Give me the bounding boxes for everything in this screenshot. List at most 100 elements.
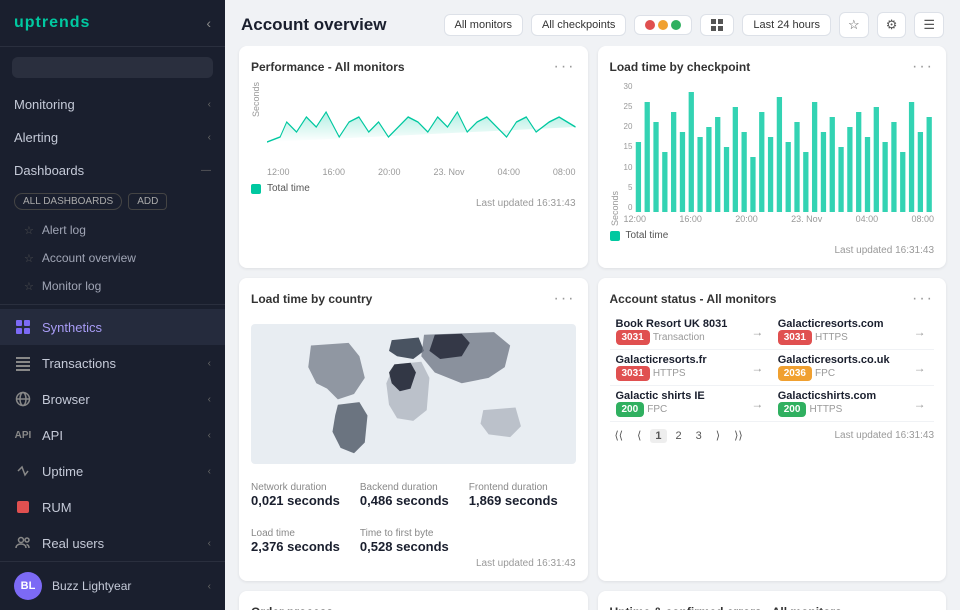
alerting-chevron-icon: ‹: [208, 132, 211, 143]
map-stats: Network duration 0,021 seconds Backend d…: [251, 482, 576, 554]
rum-icon: [14, 498, 32, 516]
checkpoint-y-label: Seconds: [610, 82, 620, 226]
sidebar-header: uptrends ‹: [0, 0, 225, 47]
add-dashboard-button[interactable]: ADD: [128, 193, 167, 210]
order-process-card: Order process ··· Seconds: [239, 591, 588, 610]
logo: uptrends: [14, 14, 90, 32]
sidebar-item-rum[interactable]: RUM: [0, 489, 225, 525]
performance-card-menu[interactable]: ···: [554, 58, 576, 76]
transactions-chevron-icon: ‹: [208, 358, 211, 369]
sidebar-item-transactions[interactable]: Transactions ‹: [0, 345, 225, 381]
performance-chart: [267, 82, 576, 162]
load-time-value: 2,376 seconds: [251, 539, 340, 554]
grid-view-button[interactable]: [700, 14, 734, 36]
backend-duration-stat: Backend duration 0,486 seconds: [360, 482, 449, 508]
checkpoint-card-menu[interactable]: ···: [912, 58, 934, 76]
sidebar-item-monitoring[interactable]: Monitoring ‹: [0, 88, 225, 121]
country-footer: Last updated 16:31:43: [251, 558, 576, 569]
checkpoint-legend: Total time: [610, 230, 935, 241]
api-chevron-icon: ‹: [208, 430, 211, 441]
arrow-icon-target-3: →: [914, 397, 926, 411]
sidebar-item-browser[interactable]: Browser ‹: [0, 381, 225, 417]
monitoring-label: Monitoring: [14, 97, 75, 112]
all-checkpoints-filter[interactable]: All checkpoints: [531, 14, 626, 36]
sidebar-item-real-users[interactable]: Real users ‹: [0, 525, 225, 561]
world-map-area: [251, 314, 576, 474]
arrow-icon-target-2: →: [914, 361, 926, 375]
order-process-menu[interactable]: ···: [554, 603, 576, 610]
all-dashboards-button[interactable]: ALL DASHBOARDS: [14, 193, 122, 210]
monitor-type-2: HTTPS: [653, 368, 686, 379]
next-page-btn[interactable]: ⟩: [711, 428, 725, 443]
sidebar-item-account-overview[interactable]: ☆ Account overview: [0, 244, 225, 272]
checkpoint-card: Load time by checkpoint ··· Seconds 3025…: [598, 46, 947, 268]
first-page-btn[interactable]: ⟨⟨: [610, 428, 629, 443]
dashboard-grid: Performance - All monitors ··· Seconds 1…: [225, 46, 960, 610]
perf-legend-label: Total time: [267, 183, 310, 194]
sidebar-footer[interactable]: BL Buzz Lightyear ‹: [0, 561, 225, 610]
perf-legend-dot: [251, 184, 261, 194]
sidebar-item-monitor-log[interactable]: ☆ Monitor log: [0, 272, 225, 300]
browser-label: Browser: [42, 392, 90, 407]
country-card-menu[interactable]: ···: [554, 290, 576, 308]
network-duration-label: Network duration: [251, 482, 340, 493]
page-1-btn[interactable]: 1: [650, 429, 666, 443]
sidebar-item-api[interactable]: API API ‹: [0, 417, 225, 453]
network-duration-value: 0,021 seconds: [251, 493, 340, 508]
perf-y-label: Seconds: [251, 82, 261, 117]
time-range-filter[interactable]: Last 24 hours: [742, 14, 831, 36]
country-card-title: Load time by country: [251, 292, 372, 306]
table-row: Galactic shirts IE 200 FPC → Galacticshi…: [610, 386, 935, 422]
avatar: BL: [14, 572, 42, 600]
network-duration-stat: Network duration 0,021 seconds: [251, 482, 340, 508]
sidebar-item-alerting[interactable]: Alerting ‹: [0, 121, 225, 154]
status-footer: Last updated 16:31:43: [834, 430, 934, 441]
uptime-errors-menu[interactable]: ···: [912, 603, 934, 610]
monitor-type-1: Transaction: [653, 332, 705, 343]
synthetics-icon: [14, 318, 32, 336]
page-2-btn[interactable]: 2: [671, 429, 687, 443]
real-users-icon: [14, 534, 32, 552]
checkpoint-card-title: Load time by checkpoint: [610, 60, 751, 74]
frontend-duration-label: Frontend duration: [469, 482, 558, 493]
real-users-label: Real users: [42, 536, 104, 551]
perf-x-axis: 12:00 16:00 20:00 23. Nov 04:00 08:00: [267, 165, 576, 179]
target-name-2: Galacticresorts.co.uk: [778, 354, 902, 366]
star-icon: ☆: [24, 224, 34, 237]
frontend-duration-stat: Frontend duration 1,869 seconds: [469, 482, 558, 508]
star-button[interactable]: ☆: [839, 12, 869, 38]
dashboards-label: Dashboards: [14, 163, 84, 178]
world-map-svg: [251, 324, 576, 464]
arrow-icon-target-1: →: [914, 325, 926, 339]
main-content: Account overview All monitors All checkp…: [225, 0, 960, 610]
arrow-icon-1: →: [751, 325, 763, 339]
target-name-3: Galacticshirts.com: [778, 390, 902, 402]
account-overview-label: Account overview: [42, 251, 136, 265]
api-label: API: [42, 428, 63, 443]
monitor-name-1: Book Resort UK 8031: [616, 318, 740, 330]
menu-button[interactable]: ☰: [914, 12, 944, 38]
monitor-type-3: FPC: [647, 404, 667, 415]
page-3-btn[interactable]: 3: [691, 429, 707, 443]
sidebar-item-synthetics[interactable]: Synthetics: [0, 309, 225, 345]
status-table: Book Resort UK 8031 3031 Transaction → G…: [610, 314, 935, 422]
sidebar-item-dashboards[interactable]: Dashboards ―: [0, 154, 225, 187]
uptime-errors-title: Uptime & confirmed errors - All monitors: [610, 605, 842, 610]
prev-page-btn[interactable]: ⟨: [632, 428, 646, 443]
real-users-chevron-icon: ‹: [208, 538, 211, 549]
sidebar-item-uptime[interactable]: Uptime ‹: [0, 453, 225, 489]
settings-button[interactable]: ⚙: [877, 12, 907, 38]
load-time-label: Load time: [251, 528, 340, 539]
color-filter-dots[interactable]: [634, 15, 692, 35]
monitor-name-3: Galactic shirts IE: [616, 390, 740, 402]
all-monitors-filter[interactable]: All monitors: [444, 14, 523, 36]
sidebar-search[interactable]: [12, 57, 213, 78]
sidebar-item-alert-log[interactable]: ☆ Alert log: [0, 216, 225, 244]
last-page-btn[interactable]: ⟩⟩: [729, 428, 748, 443]
alerting-label: Alerting: [14, 130, 58, 145]
account-status-menu[interactable]: ···: [912, 290, 934, 308]
checkpoint-legend-dot: [610, 231, 620, 241]
collapse-sidebar-button[interactable]: ‹: [206, 15, 211, 31]
performance-card: Performance - All monitors ··· Seconds 1…: [239, 46, 588, 268]
backend-duration-label: Backend duration: [360, 482, 449, 493]
